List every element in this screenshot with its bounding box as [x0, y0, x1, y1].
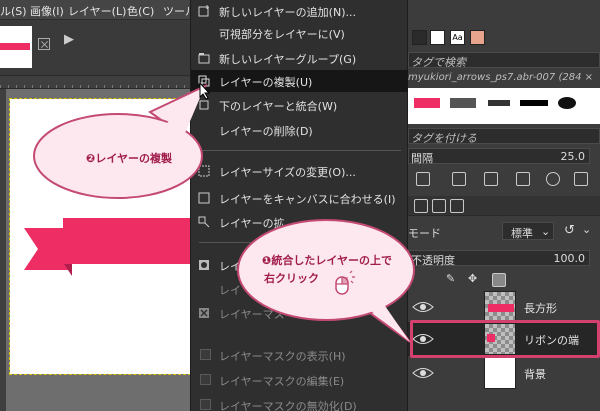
mouse-cursor-icon — [199, 82, 211, 100]
mouse-right-click-icon — [335, 270, 355, 295]
callout-rightclick-text: ❶統合したレイヤーの上で — [262, 254, 392, 267]
callout-rightclick-text-2: 右クリック — [264, 272, 319, 285]
callout-shapes — [33, 83, 415, 343]
callout-duplicate-text: ❷レイヤーの複製 — [86, 152, 172, 165]
